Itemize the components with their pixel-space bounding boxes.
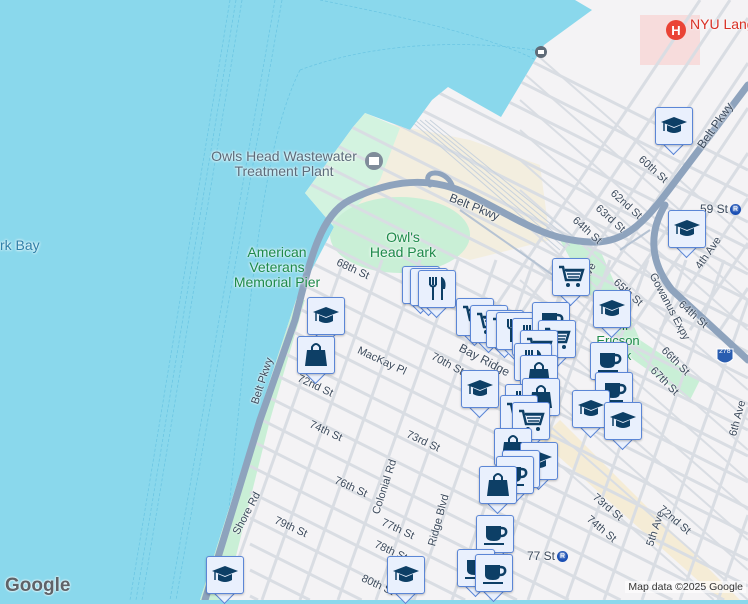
coffee-cup-marker[interactable] <box>475 554 513 603</box>
restaurant-marker[interactable] <box>418 270 456 319</box>
shopping-bag-marker[interactable] <box>479 466 517 515</box>
shopping-bag-marker[interactable] <box>297 336 335 385</box>
place-wastewater-plant[interactable]: Owls Head Wastewater Treatment Plant <box>208 149 360 179</box>
hospital-pin[interactable]: H <box>666 20 686 40</box>
subway-icon: R <box>730 204 742 216</box>
shopping-bag-icon <box>487 473 509 496</box>
school-marker[interactable] <box>307 297 345 346</box>
school-marker[interactable] <box>593 290 631 339</box>
wastewater-plant-pin[interactable] <box>365 152 383 170</box>
school-marker[interactable] <box>668 210 706 259</box>
station-59-st[interactable]: 59 St R <box>700 202 742 216</box>
school-icon <box>393 566 419 582</box>
school-marker[interactable] <box>206 556 244 604</box>
subway-icon: R <box>557 551 569 563</box>
svg-text:H: H <box>671 23 680 38</box>
restaurant-icon <box>429 277 446 300</box>
school-marker[interactable] <box>604 402 642 451</box>
coffee-cup-icon <box>483 565 507 584</box>
school-icon <box>674 220 700 236</box>
coffee-cup-icon <box>598 353 622 372</box>
map-attribution[interactable]: Map data ©2025 Google <box>625 581 746 593</box>
coffee-cup-icon <box>484 526 508 545</box>
school-icon <box>599 300 625 316</box>
shopping-bag-icon <box>305 343 327 366</box>
school-icon <box>212 566 238 582</box>
interstate-278-label: 278 <box>719 348 731 355</box>
shopping-cart-marker[interactable] <box>552 258 590 307</box>
school-icon <box>467 380 493 396</box>
school-icon <box>610 412 636 428</box>
school-marker[interactable] <box>461 370 499 419</box>
shopping-cart-icon <box>559 265 585 287</box>
place-nyu-hospital[interactable]: NYU Langone Hospital— <box>690 17 748 32</box>
ferry-pin[interactable] <box>535 46 547 58</box>
school-marker[interactable] <box>387 556 425 604</box>
school-icon <box>661 117 687 133</box>
place-veterans-pier[interactable]: American Veterans Memorial Pier <box>222 245 332 290</box>
place-bay: rk Bay <box>0 237 40 253</box>
place-owls-head-park[interactable]: Owl's Head Park <box>368 230 438 260</box>
school-icon <box>578 400 604 416</box>
school-icon <box>313 307 339 323</box>
school-marker[interactable] <box>655 107 693 156</box>
station-77-st[interactable]: 77 St R <box>527 549 569 563</box>
google-logo[interactable]: Google <box>5 575 70 597</box>
